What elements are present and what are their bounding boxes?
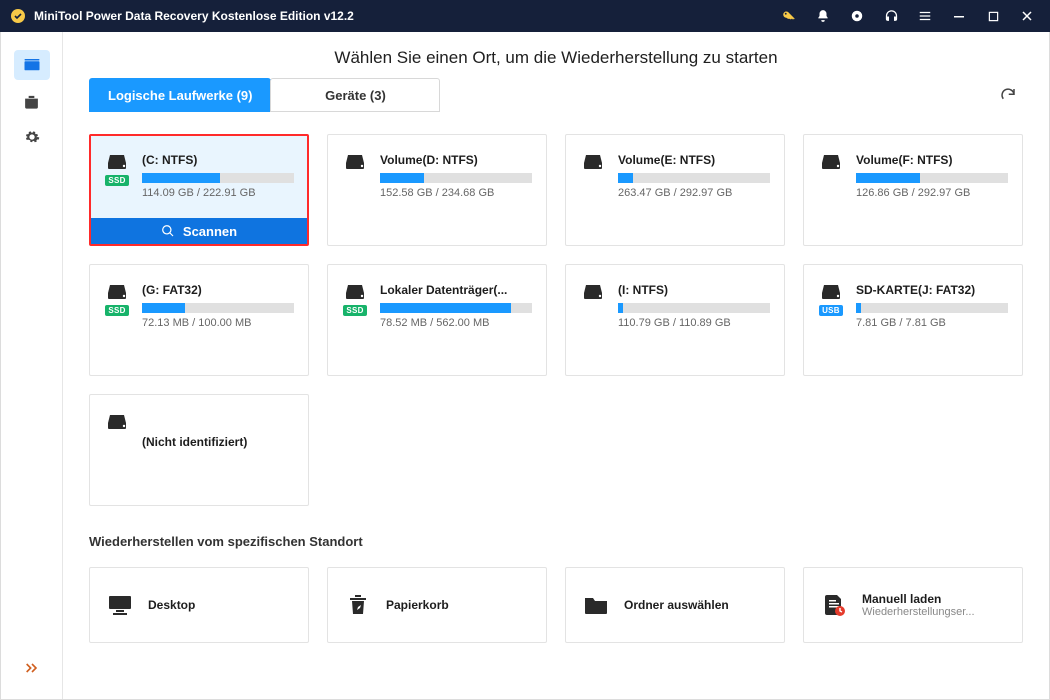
drive-usage-bar xyxy=(618,303,770,313)
maximize-button[interactable] xyxy=(980,3,1006,29)
drive-card[interactable]: SSD (C: NTFS) 114.09 GB / 222.91 GB Scan… xyxy=(89,134,309,246)
drive-usage-bar xyxy=(380,303,532,313)
recycle-bin-icon xyxy=(344,591,372,619)
drive-grid: SSD (C: NTFS) 114.09 GB / 222.91 GB Scan… xyxy=(89,134,1023,506)
notifications-button[interactable] xyxy=(810,3,836,29)
tab-label: Geräte (3) xyxy=(325,88,386,103)
minimize-button[interactable] xyxy=(946,3,972,29)
tab-devices[interactable]: Geräte (3) xyxy=(270,78,440,112)
app-logo-icon xyxy=(10,8,26,24)
drive-name: Volume(F: NTFS) xyxy=(856,153,1008,167)
drive-name: Volume(D: NTFS) xyxy=(380,153,532,167)
drive-usage-bar xyxy=(142,303,294,313)
drive-size: 152.58 GB / 234.68 GB xyxy=(380,187,532,199)
drive-name: (I: NTFS) xyxy=(618,283,770,297)
sidebar xyxy=(1,32,63,699)
drive-usage-bar xyxy=(856,173,1008,183)
drive-card[interactable]: SSD Lokaler Datenträger(... 78.52 MB / 5… xyxy=(327,264,547,376)
location-desktop[interactable]: Desktop xyxy=(89,567,309,643)
close-button[interactable] xyxy=(1014,3,1040,29)
drive-icon xyxy=(343,283,367,301)
drive-card[interactable]: Volume(F: NTFS) 126.86 GB / 292.97 GB xyxy=(803,134,1023,246)
page-title: Wählen Sie einen Ort, um die Wiederherst… xyxy=(63,32,1049,78)
drive-name: Lokaler Datenträger(... xyxy=(380,283,532,297)
ssd-badge: SSD xyxy=(105,175,128,186)
folder-icon xyxy=(582,591,610,619)
drive-icon xyxy=(581,283,605,301)
drive-name: SD-KARTE(J: FAT32) xyxy=(856,283,1008,297)
drive-icon xyxy=(105,283,129,301)
drive-name: (G: FAT32) xyxy=(142,283,294,297)
location-manual-load[interactable]: Manuell laden Wiederherstellungser... xyxy=(803,567,1023,643)
location-subtitle: Wiederherstellungser... xyxy=(862,606,1006,618)
drive-icon xyxy=(581,153,605,171)
sidebar-item-recovery[interactable] xyxy=(14,50,50,80)
ssd-badge: SSD xyxy=(105,305,128,316)
location-title: Desktop xyxy=(148,598,292,612)
ssd-badge: SSD xyxy=(343,305,366,316)
drive-icon xyxy=(105,413,129,431)
location-select-folder[interactable]: Ordner auswählen xyxy=(565,567,785,643)
drive-size: 126.86 GB / 292.97 GB xyxy=(856,187,1008,199)
drive-name: (Nicht identifiziert) xyxy=(142,435,294,449)
drive-size: 78.52 MB / 562.00 MB xyxy=(380,317,532,329)
recover-section-title: Wiederherstellen vom spezifischen Stando… xyxy=(89,534,1023,549)
drive-name: (C: NTFS) xyxy=(142,153,294,167)
drive-icon xyxy=(105,153,129,171)
scan-button-label: Scannen xyxy=(183,224,237,239)
drive-icon xyxy=(343,153,367,171)
titlebar: MiniTool Power Data Recovery Kostenlose … xyxy=(0,0,1050,32)
location-grid: Desktop Papierkorb Ordne xyxy=(89,567,1023,643)
location-title: Manuell laden xyxy=(862,592,1006,606)
drive-size: 72.13 MB / 100.00 MB xyxy=(142,317,294,329)
drive-usage-bar xyxy=(618,173,770,183)
disc-button[interactable] xyxy=(844,3,870,29)
drive-icon xyxy=(819,283,843,301)
drive-size: 110.79 GB / 110.89 GB xyxy=(618,317,770,329)
usb-badge: USB xyxy=(819,305,843,316)
upgrade-key-button[interactable] xyxy=(776,3,802,29)
drive-usage-bar xyxy=(856,303,1008,313)
search-icon xyxy=(161,224,175,238)
drive-card[interactable]: (Nicht identifiziert) xyxy=(89,394,309,506)
drive-size: 7.81 GB / 7.81 GB xyxy=(856,317,1008,329)
tabs-row: Logische Laufwerke (9) Geräte (3) xyxy=(89,78,1023,112)
location-recycle-bin[interactable]: Papierkorb xyxy=(327,567,547,643)
app-title: MiniTool Power Data Recovery Kostenlose … xyxy=(34,9,354,23)
location-title: Ordner auswählen xyxy=(624,598,768,612)
refresh-button[interactable] xyxy=(993,80,1023,110)
sidebar-item-toolbox[interactable] xyxy=(14,86,50,116)
drive-usage-bar xyxy=(380,173,532,183)
drive-size: 114.09 GB / 222.91 GB xyxy=(142,187,294,199)
drive-icon xyxy=(819,153,843,171)
drive-card[interactable]: Volume(E: NTFS) 263.47 GB / 292.97 GB xyxy=(565,134,785,246)
menu-button[interactable] xyxy=(912,3,938,29)
sidebar-collapse-button[interactable] xyxy=(14,653,50,683)
desktop-icon xyxy=(106,591,134,619)
scan-button[interactable]: Scannen xyxy=(91,218,307,244)
drive-card[interactable]: SSD (G: FAT32) 72.13 MB / 100.00 MB xyxy=(89,264,309,376)
main-panel: Wählen Sie einen Ort, um die Wiederherst… xyxy=(63,32,1049,699)
drive-usage-bar xyxy=(142,173,294,183)
drive-card[interactable]: USB SD-KARTE(J: FAT32) 7.81 GB / 7.81 GB xyxy=(803,264,1023,376)
location-title: Papierkorb xyxy=(386,598,530,612)
drive-card[interactable]: (I: NTFS) 110.79 GB / 110.89 GB xyxy=(565,264,785,376)
drive-card[interactable]: Volume(D: NTFS) 152.58 GB / 234.68 GB xyxy=(327,134,547,246)
tab-logical-drives[interactable]: Logische Laufwerke (9) xyxy=(89,78,271,112)
support-button[interactable] xyxy=(878,3,904,29)
manual-load-icon xyxy=(820,591,848,619)
tab-label: Logische Laufwerke (9) xyxy=(108,88,252,103)
drive-size: 263.47 GB / 292.97 GB xyxy=(618,187,770,199)
sidebar-item-settings[interactable] xyxy=(14,122,50,152)
drive-name: Volume(E: NTFS) xyxy=(618,153,770,167)
